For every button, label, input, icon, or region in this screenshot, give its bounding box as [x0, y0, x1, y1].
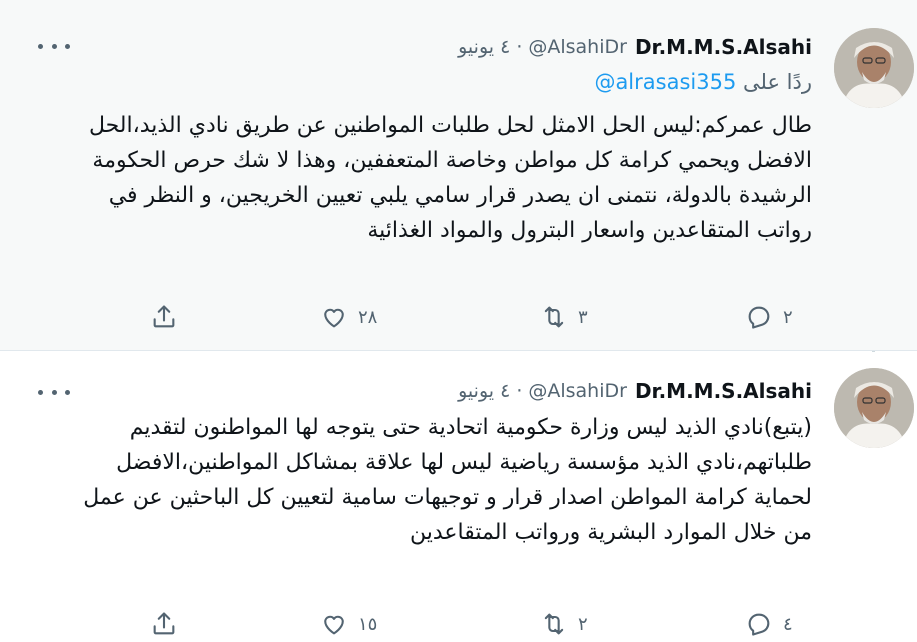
tweet-text: (يتبع)نادي الذيد ليس وزارة حكومية اتحادي…	[83, 415, 812, 545]
tweet-header: Dr.M.M.S.Alsahi @AlsahiDr · ٤ يونيو	[458, 374, 812, 408]
share-button[interactable]	[150, 607, 178, 641]
share-icon	[153, 305, 175, 328]
like-count: ١٥	[358, 613, 378, 635]
author-handle[interactable]: @AlsahiDr	[528, 380, 627, 402]
share-button[interactable]	[150, 300, 178, 334]
retweet-count: ٢	[578, 613, 588, 635]
tweet-date[interactable]: ٤ يونيو	[458, 36, 510, 58]
retweet-icon	[544, 306, 564, 328]
tweet-date[interactable]: ٤ يونيو	[458, 380, 510, 402]
reply-count: ٢	[783, 306, 793, 328]
replying-to: ردًا على @alrasasi355	[594, 70, 812, 94]
separator: ·	[516, 36, 523, 58]
reply-button[interactable]: ٤	[745, 607, 793, 641]
more-options-icon[interactable]	[38, 382, 70, 402]
separator: ·	[516, 380, 523, 402]
tweet-header: Dr.M.M.S.Alsahi @AlsahiDr · ٤ يونيو	[458, 30, 812, 64]
like-count: ٢٨	[358, 306, 378, 328]
tweet[interactable]: Dr.M.M.S.Alsahi @AlsahiDr · ٤ يونيو (يتب…	[0, 352, 917, 642]
replying-to-label: ردًا على	[743, 70, 812, 94]
reply-icon	[748, 613, 770, 636]
reply-button[interactable]: ٢	[745, 300, 793, 334]
reply-count: ٤	[783, 613, 793, 635]
retweet-icon	[544, 613, 564, 635]
author-name[interactable]: Dr.M.M.S.Alsahi	[635, 35, 812, 59]
retweet-button[interactable]: ٣	[540, 300, 588, 334]
tweet-actions: ٢ ٣ ٢٨	[0, 300, 917, 334]
tweet-text: طال عمركم:ليس الحل الامثل لحل طلبات المو…	[88, 113, 812, 243]
avatar[interactable]	[834, 368, 914, 448]
tweet[interactable]: Dr.M.M.S.Alsahi @AlsahiDr · ٤ يونيو ردًا…	[0, 0, 917, 350]
tweet-actions: ٤ ٢ ١٥	[0, 607, 917, 641]
like-button[interactable]: ٢٨	[320, 300, 377, 334]
heart-icon	[324, 308, 344, 328]
heart-icon	[324, 615, 344, 635]
more-options-icon[interactable]	[38, 36, 70, 56]
tweet-divider	[0, 350, 917, 351]
replying-to-mention[interactable]: @alrasasi355	[594, 70, 736, 94]
author-name[interactable]: Dr.M.M.S.Alsahi	[635, 379, 812, 403]
avatar[interactable]	[834, 28, 914, 108]
reply-icon	[748, 306, 770, 329]
author-handle[interactable]: @AlsahiDr	[528, 36, 627, 58]
like-button[interactable]: ١٥	[320, 607, 377, 641]
share-icon	[153, 612, 175, 635]
retweet-count: ٣	[578, 306, 588, 328]
retweet-button[interactable]: ٢	[540, 607, 588, 641]
